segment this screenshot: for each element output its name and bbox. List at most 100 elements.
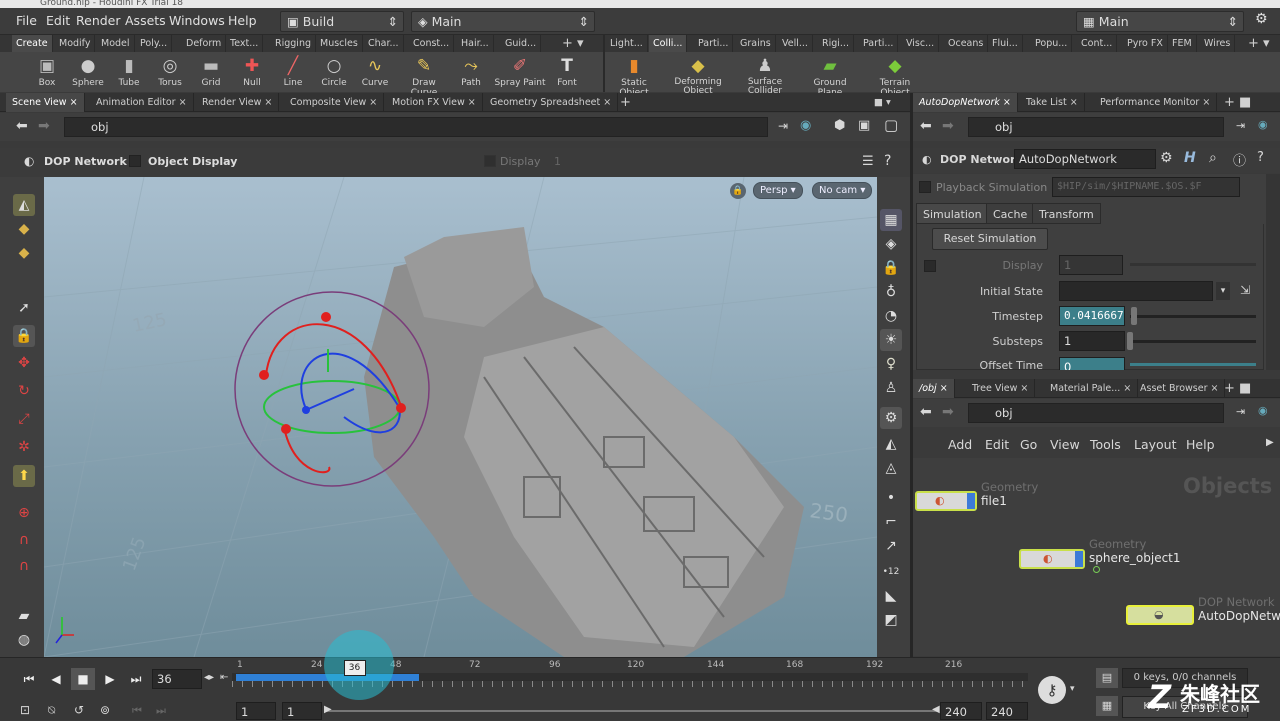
close-icon[interactable]: × [1020,383,1028,394]
shelf-tab-flui[interactable]: Flui... [988,35,1023,52]
display-param-field[interactable]: 1 [1059,255,1123,275]
camera-icon[interactable]: ⚙ [880,407,902,429]
global-animation-icon[interactable]: ⊚ [100,703,110,717]
tab-scene-view[interactable]: Scene View × [6,93,85,112]
move-icon[interactable]: ✥ [13,352,35,374]
stop-icon[interactable]: ■ [71,668,95,690]
key-icon[interactable]: ⚷ [1038,676,1066,704]
offset-time-slider[interactable] [1130,363,1256,366]
back-arrow-icon[interactable]: ⬅ [16,118,28,134]
chevron-down-icon[interactable]: ▾ [1216,282,1230,300]
playback-path-field[interactable]: $HIP/sim/$HIPNAME.$OS.$F [1052,177,1240,197]
substeps-field[interactable]: 1 [1059,331,1125,351]
close-icon[interactable]: × [179,97,187,108]
viewer-path-field[interactable]: obj [64,117,768,137]
link-icon[interactable]: ◉ [1258,118,1268,131]
edge-icon[interactable]: ⌐ [880,511,902,533]
node-chooser-icon[interactable]: ⇲ [1240,283,1250,297]
prev-key-icon[interactable]: ⏮ [132,704,142,718]
transform-icon[interactable]: ◆ [13,218,35,240]
search-icon[interactable]: ⌕ [1209,150,1217,166]
tool-torus[interactable]: ◎ Torus [147,54,193,88]
range-start-handle[interactable]: ▶ [324,704,332,715]
close-icon[interactable]: × [468,97,476,108]
bulb-icon[interactable]: ♀ [880,353,902,375]
realtime-toggle-icon[interactable]: ⊡ [20,703,30,717]
shelf-tab-parti[interactable]: Parti... [694,35,734,52]
shelf-tab-const[interactable]: Const... [409,35,455,52]
visibility-icon[interactable]: ◭ [880,433,902,455]
tab-obj[interactable]: /obj × [913,379,955,398]
tab-render-view[interactable]: Render View × [196,93,280,112]
close-icon[interactable]: × [1070,97,1078,108]
node-name-field[interactable]: AutoDopNetwork [1014,149,1156,169]
gear-icon[interactable]: ⚙ [1160,150,1173,166]
loop-icon[interactable]: ↺ [74,703,84,717]
shelf-tab-visc[interactable]: Visc... [902,35,940,52]
network-menu-layout[interactable]: Layout [1134,437,1177,452]
menu-assets[interactable]: Assets [125,13,166,28]
range-icon[interactable]: ⇤ [220,672,228,683]
lock-icon[interactable]: 🔒 [13,325,35,347]
next-key-icon[interactable]: ⏭ [156,704,166,718]
subtab-transform[interactable]: Transform [1032,203,1101,224]
shelf-tab-rigi[interactable]: Rigi... [818,35,854,52]
tab-tree-view[interactable]: Tree View × [966,379,1036,398]
network-menu-go[interactable]: Go [1020,437,1037,452]
node-sphere-object1[interactable]: ◐ [1019,549,1085,569]
shelf-tab-muscles[interactable]: Muscles [316,35,363,52]
tool-path[interactable]: ⤳ Path [448,54,494,88]
reset-simulation-button[interactable]: Reset Simulation [932,228,1048,250]
tool-box[interactable]: ▣ Box [24,54,70,88]
tool-deforming-object[interactable]: ◆ Deforming Object [670,54,726,96]
shelf-tab-char[interactable]: Char... [364,35,404,52]
step-back-icon[interactable]: ◀ [44,668,68,690]
info-icon[interactable]: ⓘ [1233,150,1246,169]
network-menu-edit[interactable]: Edit [985,437,1009,452]
scale-icon[interactable]: ⤢ [13,408,35,430]
timestep-slider-handle[interactable] [1131,307,1137,325]
pin-icon[interactable]: ⇥ [1236,405,1245,418]
vertex-numbers-icon[interactable]: •12 [880,561,902,583]
shelf-tab-model[interactable]: Model [97,35,135,52]
close-icon[interactable]: × [1003,97,1011,108]
shelf-tab-fem[interactable]: FEM [1168,35,1197,52]
menu-lines-icon[interactable]: ☰ [862,154,874,169]
tab-animation-editor[interactable]: Animation Editor × [90,93,194,112]
tool-spray-paint[interactable]: ✐ Spray Paint [494,54,546,88]
tool-grid[interactable]: ▬ Grid [188,54,234,88]
tab-geometry-spreadsheet[interactable]: Geometry Spreadsheet × [484,93,619,112]
pointer-icon[interactable]: ➚ [13,297,35,319]
tab-asset-browser[interactable]: Asset Browser × [1134,379,1226,398]
handle-tool-icon[interactable]: ⬆ [13,465,35,487]
tool-curve[interactable]: ∿ Curve [352,54,398,88]
close-icon[interactable]: × [70,97,78,108]
pose-icon[interactable]: ✲ [13,436,35,458]
network-menu-view[interactable]: View [1050,437,1080,452]
tab-composite-view[interactable]: Composite View × [284,93,385,112]
menu-windows[interactable]: Windows [169,13,225,28]
desktop-right-dropdown[interactable]: ▦ Main ⇕ [1076,11,1244,32]
close-icon[interactable]: × [940,383,948,394]
shelf-tab-grains[interactable]: Grains [736,35,776,52]
shelf-tab-cont[interactable]: Cont... [1077,35,1118,52]
shelf-tab-colli[interactable]: Colli... [649,35,688,52]
tab-material-palette[interactable]: Material Pale... × [1044,379,1139,398]
tool-circle[interactable]: ○ Circle [311,54,357,88]
substeps-slider[interactable] [1130,340,1256,343]
first-frame-icon[interactable]: ⏮ [17,668,41,690]
chevron-down-icon[interactable]: ▾ [1070,684,1075,694]
shelf-tab-oceans[interactable]: Oceans [944,35,989,52]
tool-terrain-object[interactable]: ◆Terrain Object [864,54,926,98]
network-menu-help[interactable]: Help [1186,437,1215,452]
network-path-field[interactable]: obj [968,403,1224,423]
view-cube-icon[interactable]: ⬢ [834,118,845,133]
shelf-tab-text[interactable]: Text... [226,35,264,52]
network-menu-add[interactable]: Add [948,437,972,452]
playhead-marker[interactable]: 36 [343,660,366,676]
tool-line[interactable]: ╱ Line [270,54,316,88]
node-autodopnetwork[interactable]: ◒ [1126,605,1194,625]
ghost-icon[interactable]: ◈ [880,233,902,255]
back-arrow-icon[interactable]: ⬅ [920,404,932,420]
normal-icon[interactable]: ↗ [880,535,902,557]
